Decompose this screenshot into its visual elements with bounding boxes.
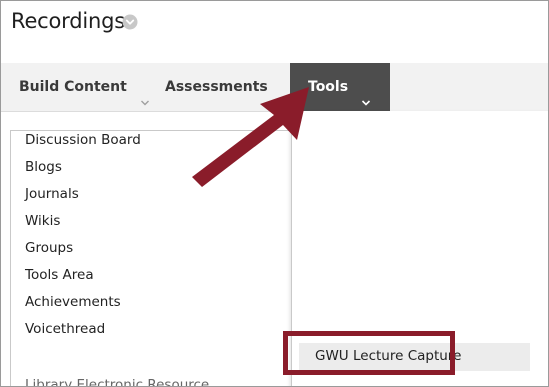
menu-item-journals[interactable]: Journals bbox=[25, 186, 79, 202]
chevron-down-icon bbox=[140, 80, 150, 106]
menu-item-achievements[interactable]: Achievements bbox=[25, 294, 121, 310]
menu-item-discussion-board[interactable]: Discussion Board bbox=[25, 132, 141, 148]
menu-item-groups[interactable]: Groups bbox=[25, 240, 73, 256]
screenshot-frame: Recordings Build Content Assessments Too… bbox=[0, 0, 549, 387]
menu-item-wikis[interactable]: Wikis bbox=[25, 213, 60, 229]
menu-item-blogs[interactable]: Blogs bbox=[25, 159, 62, 175]
menu-item-library-electronic-resource[interactable]: Library Electronic Resource bbox=[25, 377, 209, 386]
arrow-icon bbox=[192, 87, 309, 187]
menu-build-content-label: Build Content bbox=[19, 79, 127, 95]
page-title: Recordings bbox=[11, 9, 125, 33]
menu-build-content[interactable]: Build Content bbox=[19, 63, 150, 111]
chevron-down-circle-icon[interactable] bbox=[122, 14, 138, 30]
menu-item-tools-area[interactable]: Tools Area bbox=[25, 267, 94, 283]
chevron-down-icon bbox=[361, 80, 371, 106]
title-bar: Recordings bbox=[1, 1, 548, 51]
menu-item-voicethread[interactable]: Voicethread bbox=[25, 321, 105, 337]
highlight-box-annotation bbox=[283, 331, 455, 375]
